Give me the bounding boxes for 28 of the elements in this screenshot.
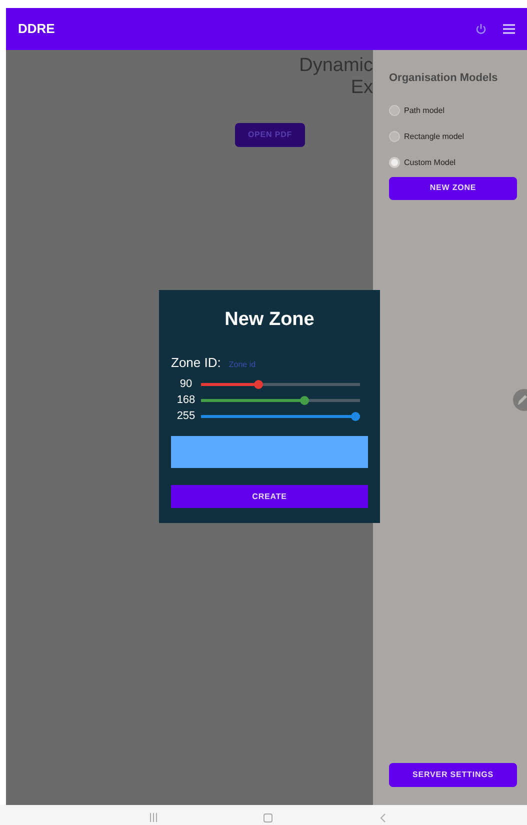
radio-label: Custom Model	[404, 156, 456, 168]
radio-button[interactable]	[389, 157, 400, 168]
zone-id-field[interactable]: Zone id	[228, 358, 368, 370]
dialog-title: New Zone	[224, 308, 314, 332]
app-title: DDRE	[18, 20, 55, 38]
page-title: Ex	[350, 77, 373, 99]
server-settings-button[interactable]: SERVER SETTINGS	[389, 763, 517, 787]
zone-id-label: Zone ID:	[171, 354, 221, 372]
recent-apps-icon[interactable]	[149, 813, 158, 822]
radio-button[interactable]	[389, 105, 400, 116]
color-slider[interactable]	[201, 396, 360, 404]
create-button[interactable]: CREATE	[171, 485, 368, 508]
radio-label: Rectangle model	[404, 130, 464, 142]
back-icon[interactable]	[380, 813, 386, 823]
color-slider[interactable]	[201, 412, 360, 420]
slider-value: 255	[176, 408, 196, 424]
page-title: Dynamic	[299, 55, 373, 77]
radio-label: Path model	[404, 104, 444, 116]
pencil-icon[interactable]	[512, 388, 527, 412]
color-slider[interactable]	[201, 380, 360, 388]
slider-value: 90	[178, 376, 194, 392]
new-zone-button[interactable]: NEW ZONE	[389, 176, 517, 200]
menu-icon[interactable]	[503, 24, 515, 34]
sidebar-heading: Organisation Models	[389, 71, 499, 86]
power-icon[interactable]	[475, 23, 487, 35]
slider-value: 168	[176, 392, 196, 408]
home-icon[interactable]	[263, 813, 273, 823]
radio-button[interactable]	[389, 131, 400, 142]
